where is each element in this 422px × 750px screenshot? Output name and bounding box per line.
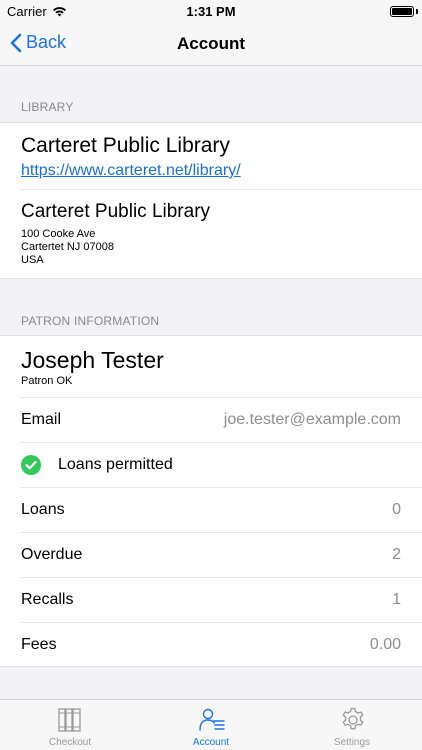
separator [21, 189, 422, 190]
account-list-icon [199, 708, 225, 731]
status-bar: Carrier 1:31 PM [0, 0, 422, 24]
fees-label: Fees [21, 636, 57, 653]
email-value: joe.tester@example.com [223, 411, 401, 428]
tab-bar: Checkout Account Settings [0, 699, 422, 750]
library-url-link[interactable]: https://www.carteret.net/library/ [21, 162, 241, 180]
library-address-line-1: 100 Cooke Ave [21, 228, 96, 240]
recalls-value: 1 [392, 591, 401, 608]
loans-label: Loans [21, 501, 65, 518]
overdue-row: Overdue 2 [0, 533, 422, 578]
overdue-value: 2 [392, 546, 401, 563]
email-label: Email [21, 411, 62, 428]
tab-checkout-label: Checkout [48, 737, 92, 748]
library-address-line-2: Cartertet NJ 07008 [21, 241, 114, 253]
loans-row: Loans 0 [0, 488, 422, 533]
checkmark-circle-icon [21, 455, 41, 475]
library-branch-name: Carteret Public Library [21, 201, 211, 222]
page-title: Account [177, 34, 245, 53]
battery-icon [390, 6, 414, 17]
fees-value: 0.00 [369, 636, 401, 653]
library-address-line-3: USA [21, 254, 44, 266]
loans-permitted-label: Loans permitted [58, 456, 173, 473]
overdue-label: Overdue [21, 546, 83, 563]
status-time: 1:31 PM [186, 4, 236, 19]
patron-status: Patron OK [21, 375, 73, 387]
library-group: Carteret Public Library https://www.cart… [0, 122, 422, 279]
patron-section-header: PATRON INFORMATION [21, 314, 160, 328]
tab-settings-label: Settings [333, 737, 371, 748]
loans-value: 0 [392, 501, 401, 518]
books-icon [58, 708, 81, 732]
recalls-row: Recalls 1 [0, 578, 422, 623]
tab-checkout[interactable]: Checkout [0, 700, 140, 750]
tab-account-label: Account [192, 737, 230, 748]
email-row: Email joe.tester@example.com [0, 398, 422, 443]
battery-cap [416, 9, 418, 14]
tab-account[interactable]: Account [141, 700, 281, 750]
fees-row: Fees 0.00 [0, 623, 422, 668]
patron-name: Joseph Tester [21, 347, 164, 373]
loans-permitted-row: Loans permitted [0, 443, 422, 488]
library-name: Carteret Public Library [21, 134, 230, 157]
nav-bar: Back Account [0, 24, 422, 66]
library-section-header: LIBRARY [21, 100, 74, 114]
patron-group: Joseph Tester Patron OK Email joe.tester… [0, 335, 422, 667]
gear-icon [342, 707, 364, 730]
recalls-label: Recalls [21, 591, 74, 608]
tab-settings[interactable]: Settings [282, 700, 422, 750]
